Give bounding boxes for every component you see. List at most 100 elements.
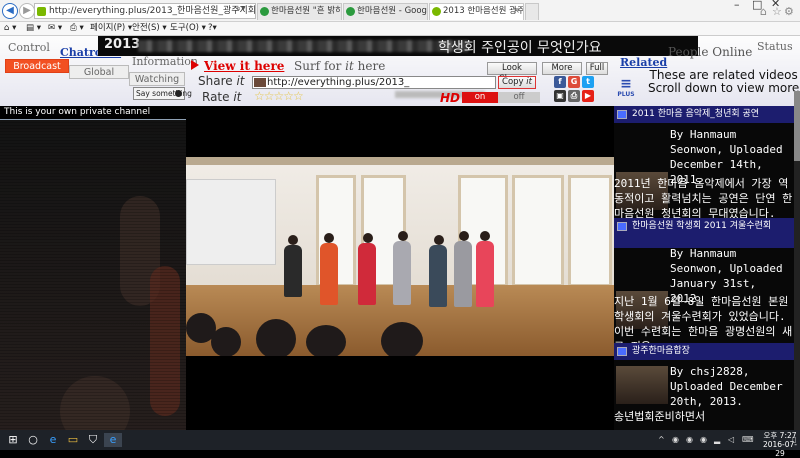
audience-head (256, 319, 296, 356)
feeds-icon[interactable]: ▤ ▾ (26, 22, 41, 35)
say-something-button[interactable]: Say something (133, 87, 192, 100)
settings-gear-icon[interactable]: ⚙ (784, 5, 794, 18)
video-projector-screen (186, 179, 276, 265)
save-icon[interactable]: ▣ (554, 90, 566, 102)
back-icon[interactable]: ◀ (2, 3, 18, 19)
private-channel-notice: This is your own private channel (4, 107, 151, 117)
google-plus-icon[interactable]: G (568, 76, 580, 88)
performer (358, 243, 376, 305)
tab-global[interactable]: Global (69, 65, 129, 79)
surf-here-link[interactable]: Surf for it here (294, 59, 385, 73)
cmd-safety[interactable]: 안전(S) ▾ (132, 22, 167, 35)
home-cmd-icon[interactable]: ⌂ ▾ (4, 22, 16, 35)
hd-on-button[interactable]: on (462, 92, 498, 103)
youtube-icon[interactable]: ▶ (582, 90, 594, 102)
close-tab-icon[interactable]: × (512, 4, 520, 19)
notifications-icon[interactable]: ▯ (792, 435, 796, 444)
hd-off-button[interactable]: off (498, 92, 540, 103)
chat-panel: This is your own private channel (0, 106, 186, 430)
internet-explorer-icon[interactable]: e (104, 433, 122, 447)
related-item-1-title-text: 2011 한마음 음악제_청년회 공연 (632, 109, 760, 119)
share-label: Share it (198, 74, 245, 88)
look-closer-button[interactable]: Look Closer (487, 62, 537, 84)
tray-app-icon[interactable]: ◉ (672, 435, 679, 444)
related-videos-panel[interactable]: 2011 한마음 음악제_청년회 공연 By Hanmaum Seonwon, … (614, 106, 800, 430)
copy-label-it: it (526, 77, 532, 87)
video-title: 학생회 주인공이 무엇인가요 (438, 40, 602, 56)
related-scrollbar[interactable] (794, 91, 800, 430)
tray-app-icon[interactable]: ◉ (686, 435, 693, 444)
cmd-help[interactable]: ?▾ (208, 22, 217, 35)
performer (476, 241, 494, 307)
rating-stars[interactable]: ☆☆☆☆☆ (254, 89, 304, 103)
tray-chevron-icon[interactable]: ^ (658, 435, 665, 444)
surf-label-pre: Surf for (294, 59, 346, 73)
cmd-page[interactable]: 페이지(P) ▾ (90, 22, 132, 35)
network-icon[interactable]: ▂ (714, 435, 720, 444)
cortana-search-icon[interactable]: ○ (26, 433, 40, 447)
browser-toolbar: ◀ ▶ http://everything.plus/2013_한마음선원_광주… (0, 0, 800, 22)
tab-control[interactable]: Control (8, 41, 50, 54)
audience-head (306, 325, 346, 356)
related-item-3-title-text: 광주한마음합장 (632, 346, 690, 356)
tab-status[interactable]: Status (757, 40, 793, 53)
full-button[interactable]: Full (586, 62, 608, 75)
copy-button[interactable]: Copy it (498, 76, 536, 89)
share-label-pre: Share (198, 74, 237, 88)
mail-icon[interactable]: ✉ ▾ (48, 22, 62, 35)
volume-icon[interactable]: ◁ (728, 435, 734, 444)
store-icon[interactable]: ⛉ (86, 433, 100, 447)
new-tab-button[interactable] (525, 3, 539, 20)
hd-label: HD (440, 91, 461, 105)
browser-tab-1[interactable]: 한마음선원 "흔 밝히는 한마음선... (257, 3, 342, 20)
print-icon[interactable]: ⎙ ▾ (70, 22, 84, 35)
scanline-overlay (0, 120, 186, 430)
maximize-icon[interactable]: □ (752, 0, 762, 11)
tab-people-online[interactable]: People Online (668, 45, 752, 59)
address-bar[interactable]: http://everything.plus/2013_한마음선원_광주지회_송… (34, 3, 256, 19)
browser-tab-2[interactable]: 한마음선원 - Google 검색 (343, 3, 428, 20)
twitter-icon[interactable]: t (582, 76, 594, 88)
share-url-field[interactable]: http://everything.plus/2013_ (252, 76, 496, 89)
more-button[interactable]: More (542, 62, 582, 75)
performer-head (434, 235, 444, 245)
video-frame[interactable] (186, 157, 614, 356)
performer-head (398, 231, 408, 241)
print-page-icon[interactable]: ⎙ (568, 90, 580, 102)
play-arrow-icon (191, 60, 199, 70)
related-item-1-title[interactable]: 2011 한마음 음악제_청년회 공연 (614, 106, 794, 123)
tab-information[interactable]: Information (132, 55, 198, 68)
tab-watching[interactable]: Watching (129, 72, 185, 86)
minimize-icon[interactable]: – (734, 0, 740, 11)
tray-app-icon[interactable]: ◉ (700, 435, 707, 444)
related-item-3-thumbnail[interactable] (616, 366, 668, 404)
surf-label-it: it (345, 59, 354, 73)
forward-icon[interactable]: ▶ (19, 3, 35, 19)
performer (284, 245, 302, 297)
performer (429, 245, 447, 307)
related-item-2-title[interactable]: 한마음선원 학생회 2011 겨울수련회 (614, 218, 794, 248)
tab-broadcast[interactable]: Broadcast (5, 59, 69, 73)
performer (320, 243, 338, 305)
rate-label: Rate it (202, 90, 241, 104)
browser-tab-3[interactable]: 2013 한마음선원 광주지회...× (429, 3, 524, 20)
window-close-icon[interactable]: ✕ (771, 0, 780, 10)
performer-head (324, 233, 334, 243)
video-window (568, 175, 612, 287)
web-page: Control Chatroom Information 2013 학생회 주인… (0, 36, 800, 430)
command-bar: ⌂ ▾ ▤ ▾ ✉ ▾ ⎙ ▾ 페이지(P) ▾ 안전(S) ▾ 도구(O) ▾… (0, 22, 800, 36)
performer-head (480, 231, 490, 241)
scrollbar-thumb[interactable] (794, 91, 800, 161)
start-windows-icon[interactable]: ⊞ (6, 433, 20, 447)
file-explorer-icon[interactable]: ▭ (66, 433, 80, 447)
facebook-icon[interactable]: f (554, 76, 566, 88)
edge-icon[interactable]: e (46, 433, 60, 447)
related-item-3-title[interactable]: 광주한마음합장 (614, 343, 794, 360)
cmd-tools[interactable]: 도구(O) ▾ (170, 22, 206, 35)
view-here-link[interactable]: View it here (191, 59, 284, 73)
audience-head (381, 322, 423, 356)
keyboard-icon[interactable]: ⌨ (742, 435, 754, 444)
related-item-3-by: By chsj2828, Uploaded December 20th, 201… (670, 365, 783, 408)
tab-favicon-icon (346, 7, 355, 16)
search-icon[interactable]: ⌕▾ (236, 4, 246, 14)
